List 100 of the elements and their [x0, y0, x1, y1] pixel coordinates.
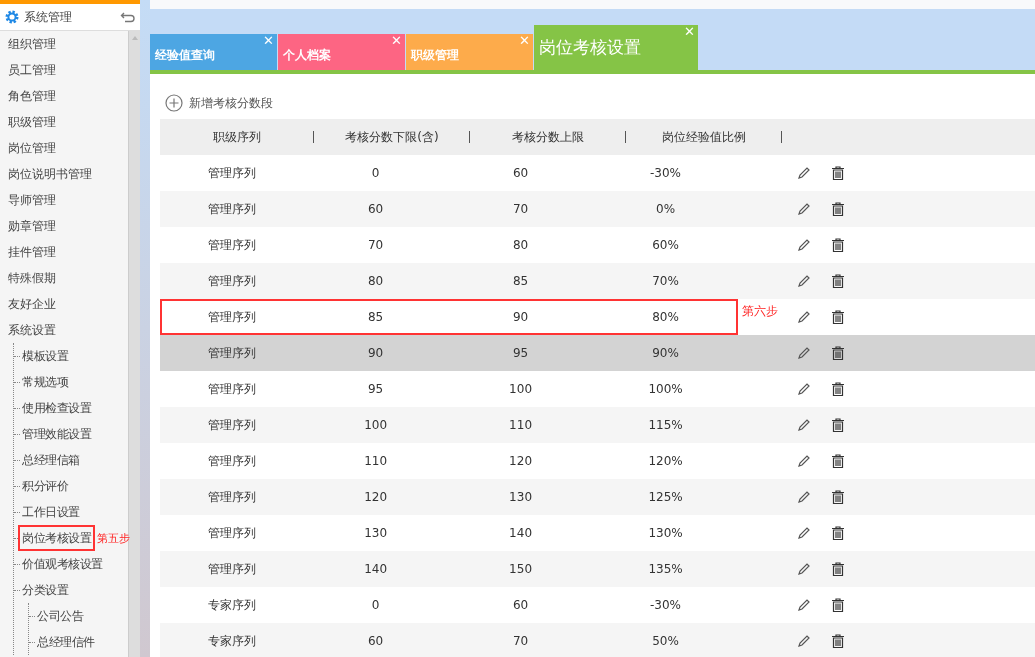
table-cell-text: 90% [651, 345, 680, 362]
pencil-icon[interactable] [796, 597, 812, 613]
table-cell-text: 90 [511, 309, 530, 326]
sidebar-item[interactable]: 特殊假期 [8, 265, 128, 291]
table-cell-text: 60% [651, 237, 680, 254]
table-cell-text: 80% [651, 309, 680, 326]
table-cell-text: 120 [363, 489, 389, 506]
table-cell-text: 130 [363, 525, 389, 542]
undo-arrow-icon[interactable] [120, 11, 136, 23]
pencil-icon[interactable] [796, 165, 812, 181]
sidebar-item[interactable]: 常规选项 [20, 369, 70, 395]
sidebar-item[interactable]: 工作日设置 [20, 499, 82, 525]
table-cell-text: 150 [508, 561, 533, 578]
table-cell-text: 60 [366, 633, 385, 650]
pencil-icon[interactable] [796, 417, 812, 433]
table-cell-text: 0 [370, 597, 381, 614]
trash-icon[interactable] [830, 597, 846, 613]
trash-icon[interactable] [830, 381, 846, 397]
table-cell-text: 100 [508, 381, 533, 398]
table-cell-text: 管理序列 [206, 308, 257, 326]
sidebar-item[interactable]: 模板设置 [20, 343, 70, 369]
pencil-icon[interactable] [796, 633, 812, 649]
annotation-label: 第五步 [97, 530, 130, 546]
table-cell-text: 专家序列 [206, 632, 257, 650]
column-header: 考核分数上限 [512, 128, 584, 146]
sidebar-item[interactable]: 员工管理 [8, 57, 128, 83]
column-header: 职级序列 [213, 128, 261, 146]
pencil-icon[interactable] [796, 309, 812, 325]
annotation-label: 第六步 [742, 303, 778, 320]
table-cell-text: 85 [511, 273, 530, 290]
trash-icon[interactable] [830, 561, 846, 577]
pencil-icon[interactable] [796, 345, 812, 361]
sidebar-item[interactable]: 挂件管理 [8, 239, 128, 265]
trash-icon[interactable] [830, 489, 846, 505]
sidebar-item[interactable]: 总经理信件 [35, 629, 97, 655]
sidebar-item[interactable]: 分类设置 [20, 577, 70, 603]
sidebar-item[interactable]: 价值观考核设置 [20, 551, 105, 577]
sidebar-item[interactable]: 公司公告 [35, 603, 85, 629]
pencil-icon[interactable] [796, 525, 812, 541]
pencil-icon[interactable] [796, 273, 812, 289]
sidebar-item[interactable]: 总经理信箱 [20, 447, 82, 473]
sidebar-item[interactable]: 管理效能设置 [20, 421, 93, 447]
sidebar-item[interactable]: 导师管理 [8, 187, 128, 213]
pencil-icon[interactable] [796, 453, 812, 469]
trash-icon[interactable] [830, 237, 846, 253]
trash-icon[interactable] [830, 165, 846, 181]
add-button[interactable]: 新增考核分数段 [160, 92, 278, 114]
table-cell-text: 专家序列 [206, 596, 257, 614]
sidebar-item[interactable]: 积分评价 [20, 473, 70, 499]
trash-icon[interactable] [830, 633, 846, 649]
column-header: 考核分数下限(含) [345, 128, 439, 146]
sidebar-item[interactable]: 岗位考核设置 [20, 527, 93, 549]
table-cell-text: 管理序列 [206, 200, 257, 218]
pencil-icon[interactable] [796, 489, 812, 505]
pencil-icon[interactable] [796, 381, 812, 397]
trash-icon[interactable] [830, 525, 846, 541]
table-cell-text: 125% [647, 489, 684, 506]
table-cell-text: 70 [511, 633, 530, 650]
sidebar-item[interactable]: 职级管理 [8, 109, 128, 135]
sidebar-item[interactable]: 勋章管理 [8, 213, 128, 239]
table-cell-text: 70 [366, 237, 385, 254]
trash-icon[interactable] [830, 345, 846, 361]
table-cell-text: 管理序列 [206, 272, 257, 290]
table-cell-text: 60 [511, 597, 530, 614]
table-cell-text: 管理序列 [206, 560, 257, 578]
pencil-icon[interactable] [796, 201, 812, 217]
sidebar-item[interactable]: 岗位管理 [8, 135, 128, 161]
table-cell-text: -30% [649, 165, 683, 182]
table-cell-text: 80 [366, 273, 385, 290]
trash-icon[interactable] [830, 309, 846, 325]
pencil-icon[interactable] [796, 237, 812, 253]
sidebar-item[interactable]: 使用检查设置 [20, 395, 93, 421]
table-cell-text: 115% [647, 417, 684, 434]
table-cell-text: 140 [508, 525, 533, 542]
sidebar-item[interactable]: 系统设置 [8, 317, 128, 343]
sidebar-title: 系统管理 [24, 8, 73, 26]
table-cell-text: 管理序列 [206, 380, 257, 398]
pencil-icon[interactable] [796, 561, 812, 577]
table-cell-text: 100% [647, 381, 684, 398]
sidebar-item[interactable]: 友好企业 [8, 291, 128, 317]
table-cell-text: 管理序列 [206, 236, 257, 254]
table-cell-text: 120% [647, 453, 684, 470]
trash-icon[interactable] [830, 417, 846, 433]
table-cell-text: 60 [511, 165, 530, 182]
sidebar-item[interactable]: 岗位说明书管理 [8, 161, 128, 187]
settings-icon [4, 9, 20, 25]
table-cell-text: 70% [651, 273, 680, 290]
sidebar-item[interactable]: 组织管理 [8, 31, 128, 57]
trash-icon[interactable] [830, 201, 846, 217]
scrollbar[interactable] [128, 31, 140, 657]
trash-icon[interactable] [830, 273, 846, 289]
table-cell-text: 140 [363, 561, 389, 578]
table-cell-text: 110 [508, 417, 533, 434]
table-cell-text: 100 [363, 417, 389, 434]
table-cell-text: 0% [655, 201, 677, 218]
table-cell-text: 0 [370, 165, 381, 182]
table-cell-text: 80 [511, 237, 530, 254]
table-cell-text: 90 [366, 345, 385, 362]
trash-icon[interactable] [830, 453, 846, 469]
sidebar-item[interactable]: 角色管理 [8, 83, 128, 109]
